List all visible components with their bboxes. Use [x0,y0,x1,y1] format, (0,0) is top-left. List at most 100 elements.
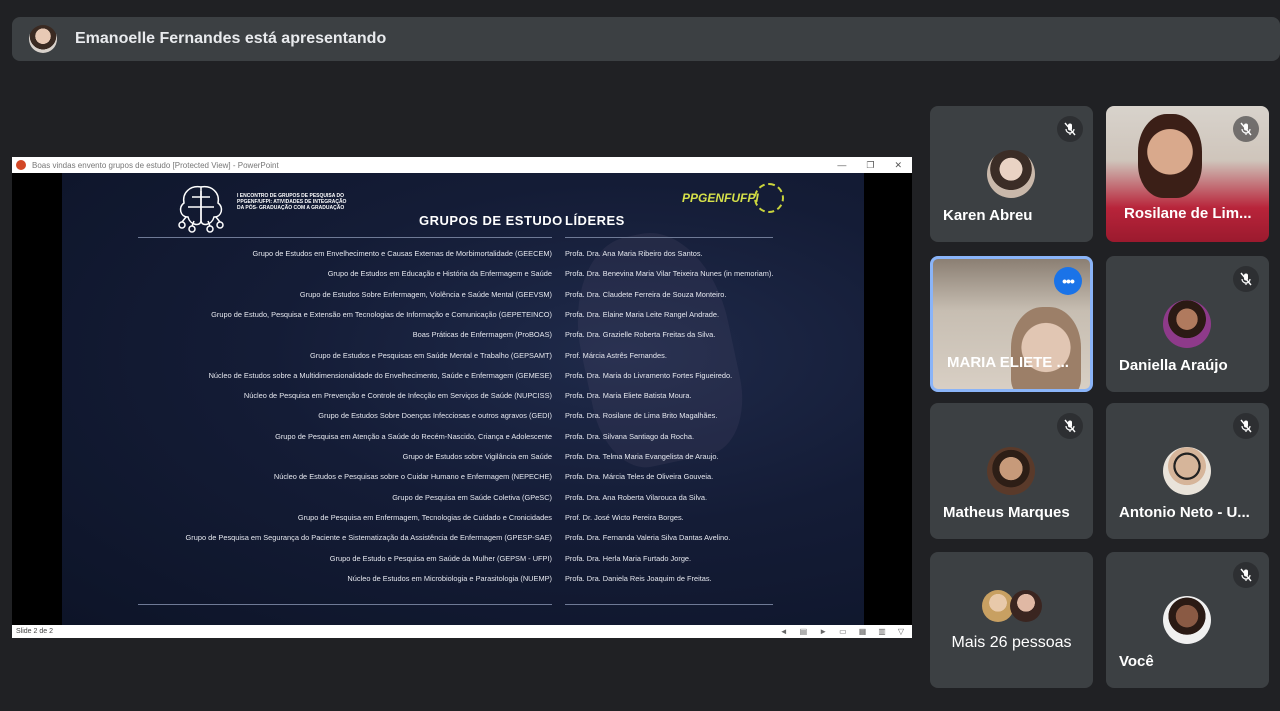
footer-divider-right [565,604,773,605]
event-title: I ENCONTRO DE GRUPOS DE PESQUISA DO PPGE… [237,193,347,211]
table-row: Grupo de Pesquisa em Atenção a Saúde do … [62,432,864,446]
video-feed [1138,114,1202,198]
close-icon: ✕ [894,159,902,170]
leader-name: Profa. Dra. Elaine Maria Leite Rangel An… [565,309,720,319]
notes-icon: ▤ [799,627,808,636]
table-row: Grupo de Estudos Sobre Enfermagem, Violê… [62,290,864,304]
powerpoint-icon [16,160,26,170]
normal-view-icon: ▭ [839,627,847,636]
participant-name: MARIA ELIETE ... [947,354,1069,371]
participant-name: Daniella Araújo [1119,357,1228,374]
avatar [987,447,1035,495]
table-row: Grupo de Estudos sobre Vigilância em Saú… [62,452,864,466]
group-name: Grupo de Estudos em Envelhecimento e Cau… [252,249,552,258]
view-controls: ◄ ▤ ► ▭ ▦ ▥ ▽ [780,627,912,636]
participant-tile-maria-eliete[interactable]: ••• MARIA ELIETE ... [930,256,1093,392]
participant-tile-rosilane[interactable]: Rosilane de Lim... [1106,106,1269,242]
footer-divider-left [138,604,552,605]
more-participants-tile[interactable]: Mais 26 pessoas [930,552,1093,688]
table-row: Grupo de Estudos em Envelhecimento e Cau… [62,249,864,263]
group-name: Grupo de Estudos Sobre Doenças Infeccios… [318,411,552,421]
group-name: Grupo de Estudo e Pesquisa em Saúde da M… [329,553,552,563]
avatar [1010,590,1042,622]
group-name: Grupo de Estudos sobre Vigilância em Saú… [402,452,552,461]
table-row: Grupo de Estudos e Pesquisas em Saúde Me… [62,351,864,365]
ppgenf-logo: PPGENFUFPI [682,191,759,205]
window-title: Boas vindas envento grupos de estudo [Pr… [32,160,279,170]
table-row: Boas Práticas de Enfermagem (ProBOAS) Pro… [62,330,864,344]
leader-name: Profa. Dra. Claudete Ferreira de Souza M… [565,289,727,299]
leader-name: Prof. Dr. José Wicto Pereira Borges. [565,512,684,522]
participant-name: Você [1119,653,1154,670]
leader-name: Profa. Dra. Telma Maria Evangelista de A… [565,452,719,461]
reading-view-icon: ▥ [878,627,886,636]
avatar [1163,596,1211,644]
minimize-icon: — [837,159,847,170]
table-row: Núcleo de Pesquisa em Prevenção e Contro… [62,391,864,405]
leader-name: Profa. Dra. Silvana Santiago da Rocha. [565,431,695,441]
header-divider-left [138,237,552,238]
more-options-icon[interactable]: ••• [1054,267,1082,295]
logo-sun-icon [754,183,784,213]
presenting-text: Emanoelle Fernandes está apresentando [75,30,387,47]
table-row: Grupo de Estudo, Pesquisa e Extensão em … [62,310,864,324]
avatar [1163,447,1211,495]
avatar [987,150,1035,198]
leader-name: Profa. Dra. Grazielle Roberta Freitas da… [565,330,716,340]
brain-circuit-logo [178,185,224,233]
leader-name: Profa. Dra. Herla Maria Furtado Jorge. [565,553,692,563]
next-slide-icon: ► [819,627,828,636]
participant-tile-antonio-neto[interactable]: Antonio Neto - U... [1106,403,1269,539]
presenting-banner: Emanoelle Fernandes está apresentando [12,17,1280,61]
participant-name: Rosilane de Lim... [1124,205,1252,222]
slideshow-icon: ▽ [897,627,904,636]
table-row: Grupo de Estudo e Pesquisa em Saúde da M… [62,554,864,568]
leader-name: Prof. Márcia Astrês Fernandes. [565,350,667,360]
table-row: Núcleo de Estudos e Pesquisas sobre o Cu… [62,472,864,486]
mic-off-icon [1233,413,1259,439]
participant-tile-karen-abreu[interactable]: Karen Abreu [930,106,1093,242]
header-divider-right [565,237,773,238]
leader-name: Profa. Dra. Ana Roberta Vilarouca da Sil… [565,492,708,502]
leader-name: Profa. Dra. Rosilane de Lima Brito Magal… [565,411,718,421]
leader-name: Profa. Dra. Fernanda Valeria Silva Danta… [565,533,731,543]
participant-tile-matheus-marques[interactable]: Matheus Marques [930,403,1093,539]
table-row: Grupo de Estudos em Educação e História … [62,269,864,283]
slide-counter: Slide 2 de 2 [16,628,53,635]
group-name: Núcleo de Pesquisa em Prevenção e Contro… [243,391,552,401]
table-row: Núcleo de Estudos em Microbiologia e Par… [62,574,864,588]
group-name: Núcleo de Estudos sobre a Multidimension… [208,370,552,380]
mic-off-icon [1057,116,1083,142]
table-row: Grupo de Pesquisa em Segurança do Pacien… [62,533,864,547]
powerpoint-statusbar: Slide 2 de 2 ◄ ▤ ► ▭ ▦ ▥ ▽ [12,625,912,638]
group-name: Grupo de Pesquisa em Atenção a Saúde do … [275,431,552,441]
group-name: Grupo de Estudos Sobre Enfermagem, Violê… [299,289,552,299]
leader-name: Profa. Dra. Ana Maria Ribeiro dos Santos… [565,249,703,258]
leader-name: Profa. Dra. Benevina Maria Vilar Teixeir… [565,269,774,279]
group-name: Grupo de Pesquisa em Segurança do Pacien… [185,533,552,543]
more-participants-label: Mais 26 pessoas [951,634,1072,651]
leaders-column-title: LÍDERES [565,213,625,228]
group-name: Grupo de Estudos e Pesquisas em Saúde Me… [310,350,552,360]
group-name: Núcleo de Estudos em Microbiologia e Par… [347,573,552,583]
group-name: Grupo de Pesquisa em Saúde Coletiva (GPe… [392,492,552,502]
table-row: Grupo de Pesquisa em Enfermagem, Tecnolo… [62,513,864,527]
window-controls: — ❐ ✕ [837,160,912,171]
slide: I ENCONTRO DE GRUPOS DE PESQUISA DO PPGE… [62,173,864,625]
video-feed [1011,307,1081,389]
previous-slide-icon: ◄ [779,627,788,636]
leader-name: Profa. Dra. Maria do Livramento Fortes F… [565,370,733,380]
group-name: Grupo de Estudos em Educação e História … [327,269,552,279]
participant-name: Antonio Neto - U... [1119,504,1250,521]
table-row: Grupo de Estudos Sobre Doenças Infeccios… [62,411,864,425]
participant-tile-voce[interactable]: Você [1106,552,1269,688]
participant-tile-daniella-araujo[interactable]: Daniella Araújo [1106,256,1269,392]
presenter-avatar [29,25,57,53]
table-row: Grupo de Pesquisa em Saúde Coletiva (GPe… [62,493,864,507]
mic-off-icon [1057,413,1083,439]
leader-name: Profa. Dra. Márcia Teles de Oliveira Gou… [565,472,714,482]
avatar [1163,300,1211,348]
mic-off-icon [1233,562,1259,588]
group-name: Núcleo de Estudos e Pesquisas sobre o Cu… [273,472,552,482]
restore-icon: ❐ [866,159,875,170]
